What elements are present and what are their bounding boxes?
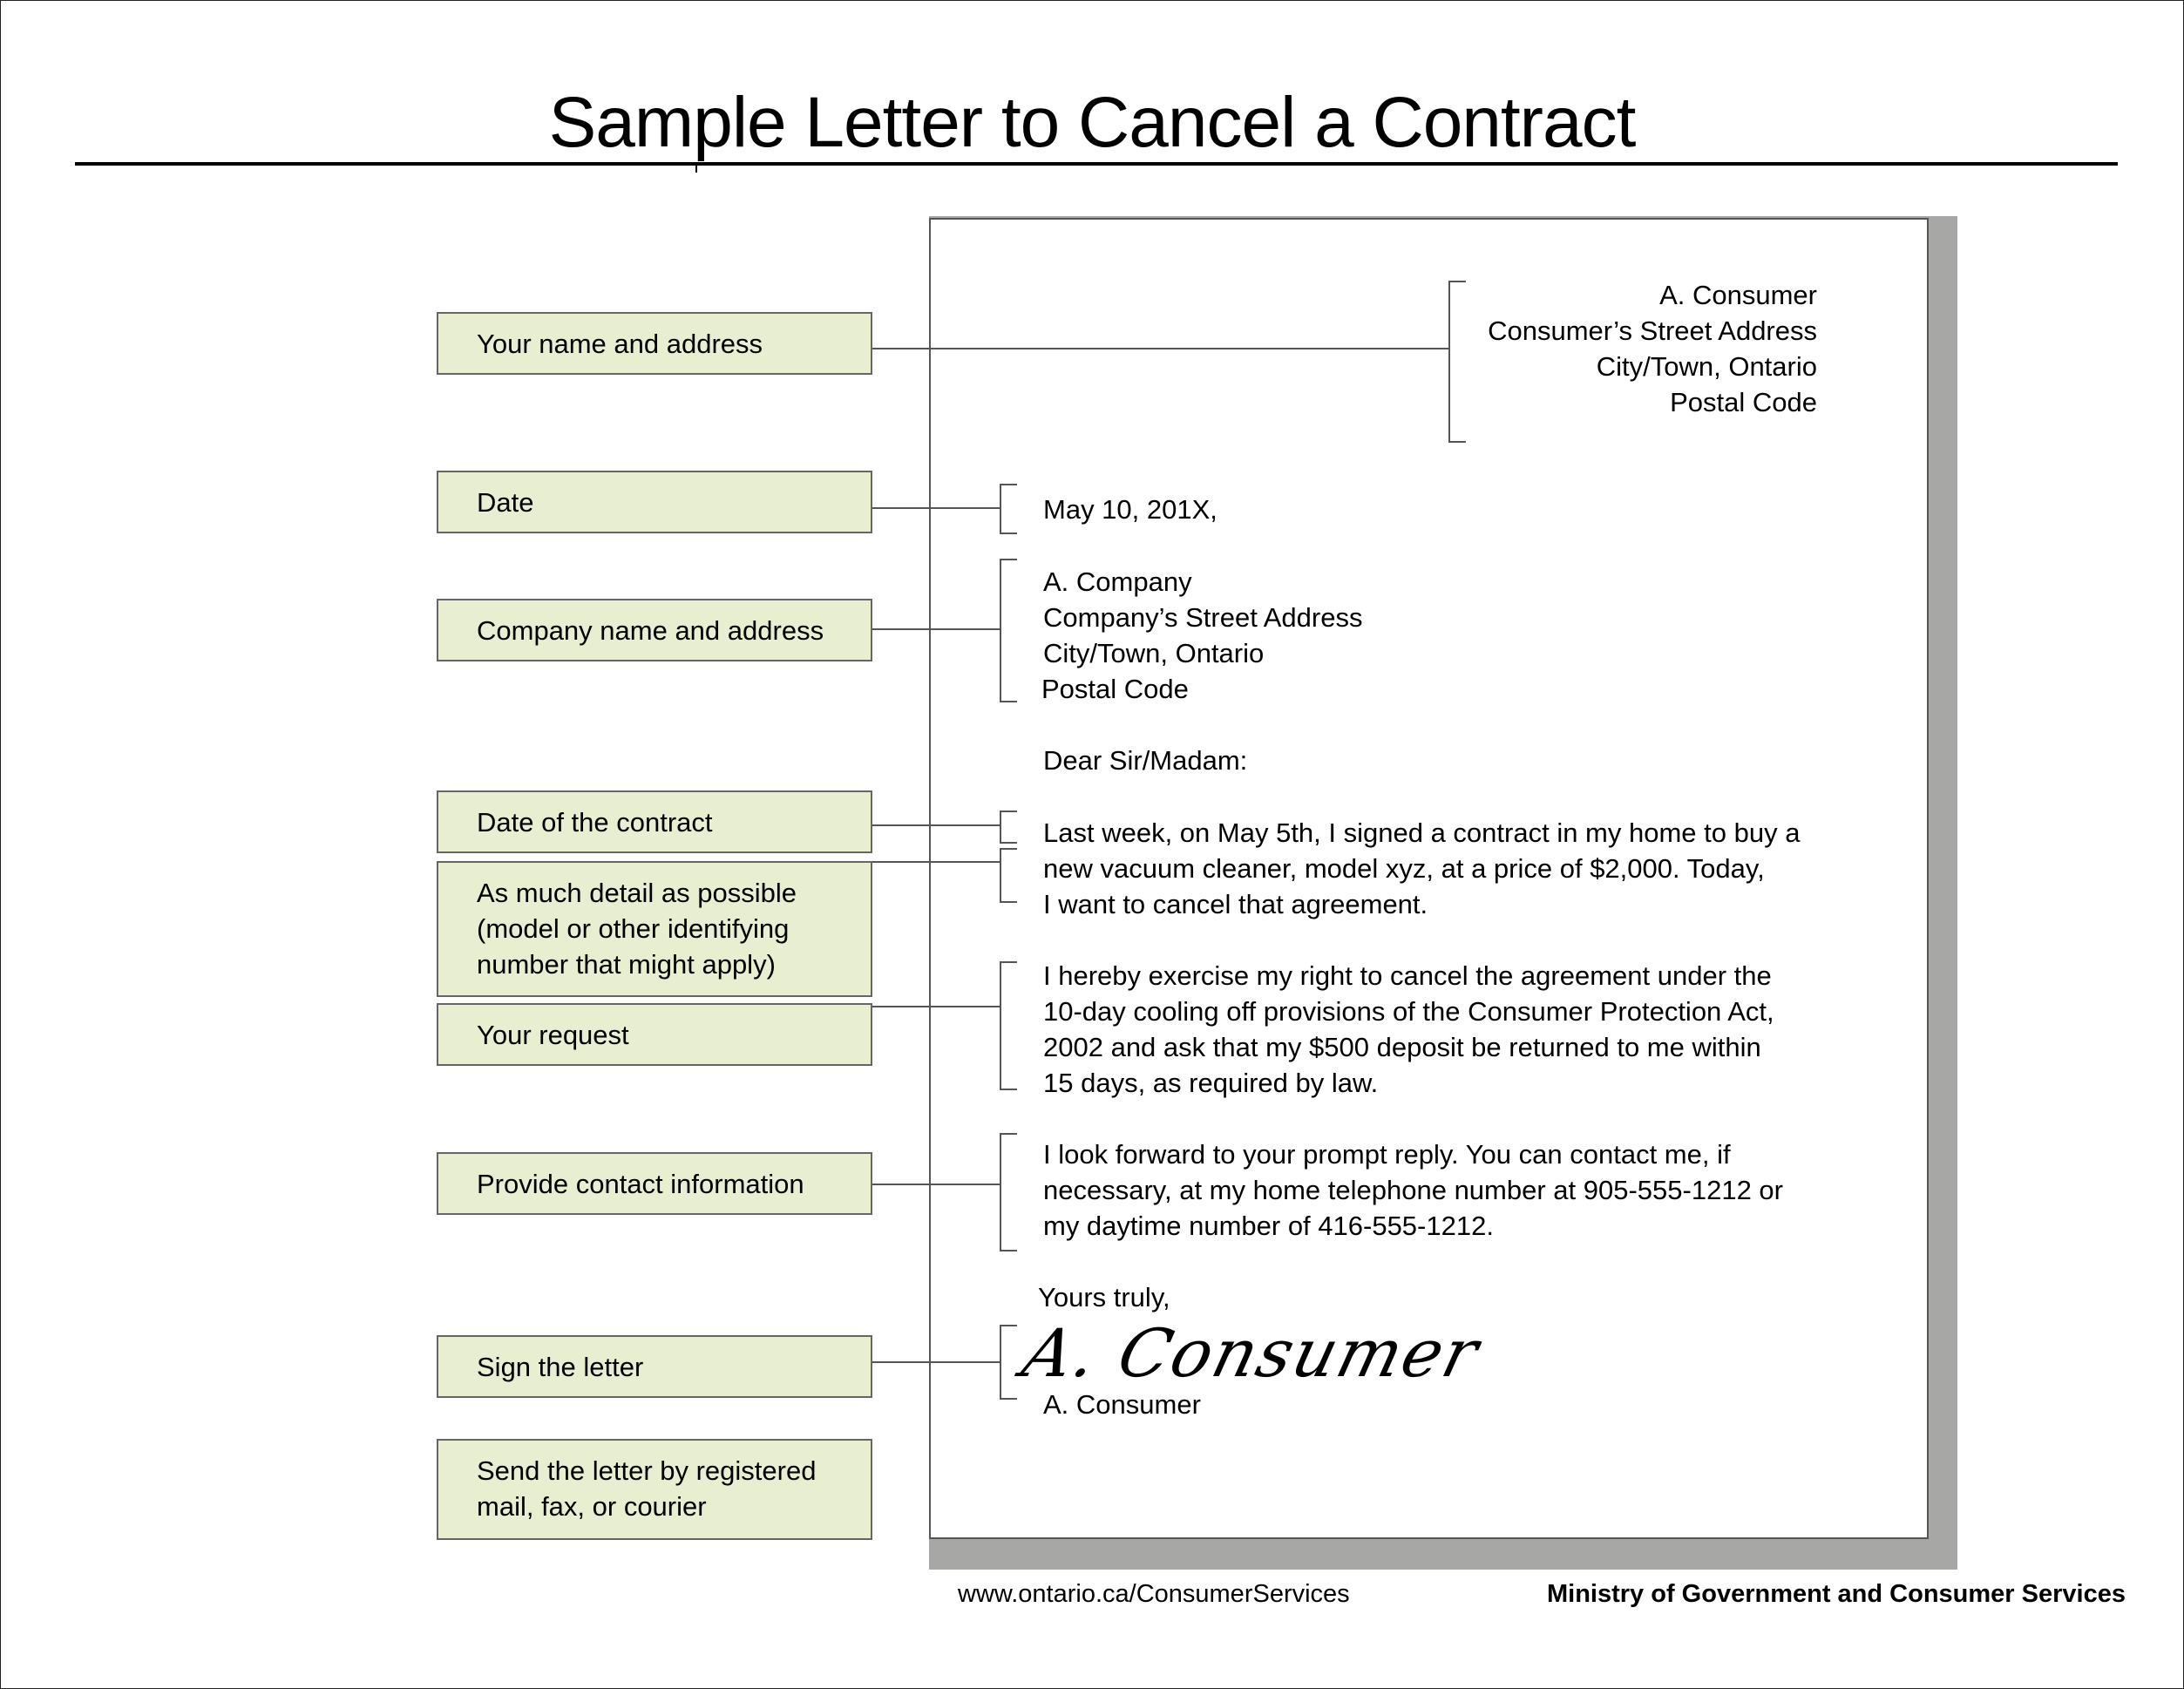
- sender-line: Consumer’s Street Address: [1488, 315, 1817, 346]
- printed-name: A. Consumer: [1043, 1389, 1201, 1420]
- paragraph-3-line: I look forward to your prompt reply. You…: [1043, 1139, 1731, 1170]
- bracket-date-of-contract: [1000, 811, 1017, 844]
- paragraph-2-line: 15 days, as required by law.: [1043, 1068, 1379, 1098]
- bracket-request: [1000, 961, 1017, 1090]
- label-detail: As much detail as possible (model or oth…: [437, 861, 872, 997]
- connector-company: [872, 628, 1000, 630]
- footer-url[interactable]: www.ontario.ca/ConsumerServices: [958, 1580, 1350, 1609]
- label-your-name-and-address: Your name and address: [437, 312, 872, 375]
- label-sign: Sign the letter: [437, 1335, 872, 1398]
- connector-date: [872, 507, 1000, 509]
- closing: Yours truly,: [1038, 1282, 1170, 1313]
- sender-line: A. Consumer: [1659, 280, 1817, 310]
- connector-sign: [872, 1361, 1000, 1363]
- page-title: Sample Letter to Cancel a Contract: [548, 83, 1637, 162]
- letter-date: May 10, 201X,: [1043, 494, 1217, 525]
- signature: A. Consumer: [1015, 1314, 1488, 1392]
- paragraph-2-line: I hereby exercise my right to cancel the…: [1043, 960, 1772, 991]
- title-rule-tick: [695, 162, 697, 173]
- label-date-of-contract: Date of the contract: [437, 790, 872, 853]
- label-your-request: Your request: [437, 1003, 872, 1066]
- paragraph-1-line: new vacuum cleaner, model xyz, at a pric…: [1043, 853, 1765, 884]
- footer-ministry: Ministry of Government and Consumer Serv…: [1547, 1580, 2126, 1608]
- paragraph-2-line: 10-day cooling off provisions of the Con…: [1043, 996, 1774, 1027]
- bracket-sign: [1000, 1325, 1017, 1400]
- bracket-date: [1000, 484, 1017, 534]
- paragraph-3-line: necessary, at my home telephone number a…: [1043, 1175, 1783, 1205]
- label-send: Send the letter by registered mail, fax,…: [437, 1439, 872, 1540]
- paragraph-1-line: I want to cancel that agreement.: [1043, 889, 1428, 919]
- sender-line: City/Town, Ontario: [1596, 351, 1817, 382]
- connector-date-of-contract: [872, 824, 1000, 826]
- bracket-contact: [1000, 1133, 1017, 1251]
- recipient-line: A. Company: [1043, 566, 1192, 597]
- title-rule: [75, 162, 2118, 166]
- recipient-line: Postal Code: [1041, 674, 1189, 704]
- label-date: Date: [437, 471, 872, 533]
- paragraph-3-line: my daytime number of 416-555-1212.: [1043, 1211, 1494, 1241]
- bracket-recipient: [1000, 559, 1017, 702]
- recipient-line: Company’s Street Address: [1043, 602, 1363, 633]
- label-company-name-and-address: Company name and address: [437, 599, 872, 661]
- salutation: Dear Sir/Madam:: [1043, 745, 1248, 776]
- connector-detail: [872, 861, 1000, 863]
- sender-line: Postal Code: [1670, 387, 1817, 417]
- bracket-detail: [1000, 848, 1017, 903]
- recipient-line: City/Town, Ontario: [1043, 638, 1265, 668]
- label-contact-info: Provide contact information: [437, 1152, 872, 1215]
- connector-request: [872, 1006, 1000, 1007]
- paragraph-1-line: Last week, on May 5th, I signed a contra…: [1043, 817, 1801, 848]
- paragraph-2-line: 2002 and ask that my $500 deposit be ret…: [1043, 1032, 1761, 1062]
- connector-contact: [872, 1184, 1000, 1185]
